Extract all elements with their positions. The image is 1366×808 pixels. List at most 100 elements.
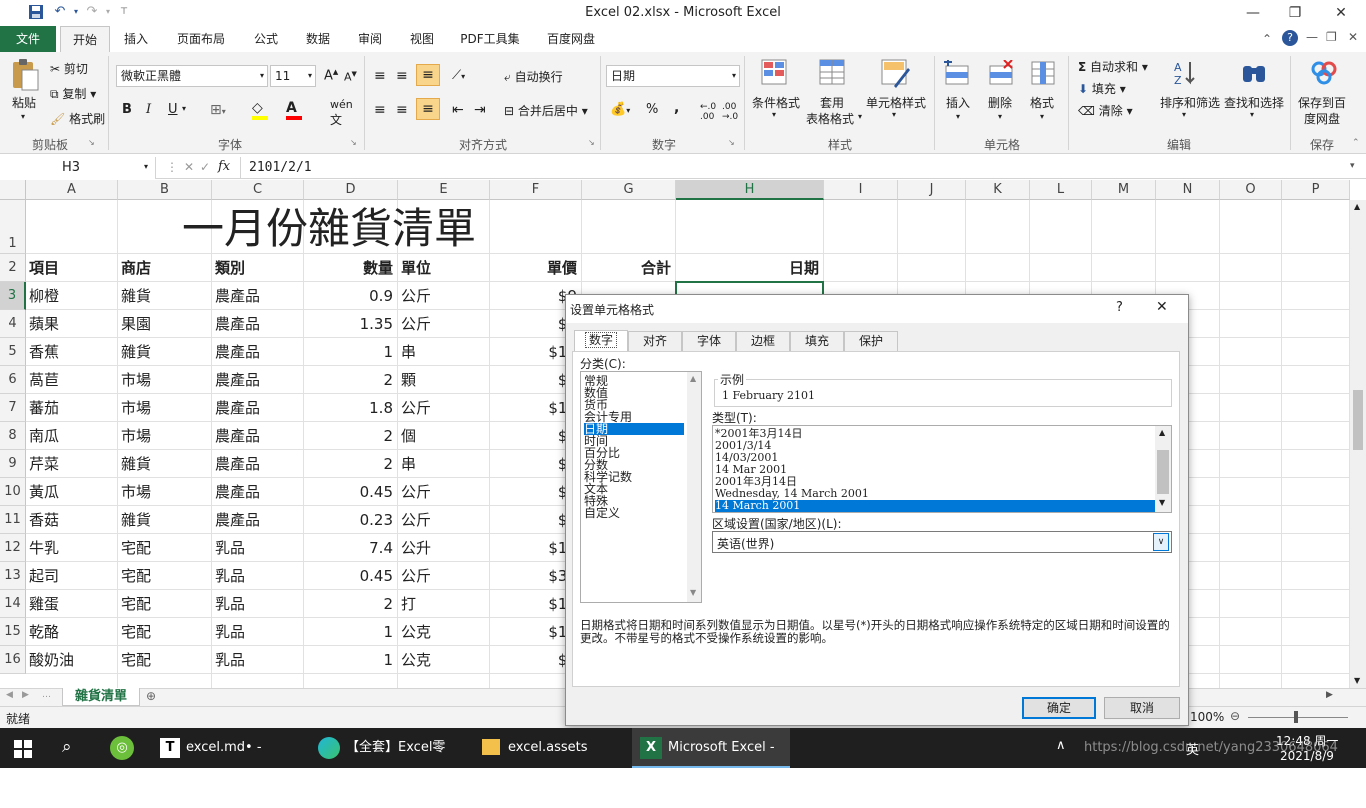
header-cell[interactable]: 項目 [29,254,113,282]
delete-cells-button[interactable]: 删除 [988,94,1012,111]
conditional-format-icon[interactable] [760,58,790,88]
format-dropdown-icon[interactable]: ▾ [1040,112,1044,121]
ribbon-close-icon[interactable]: ✕ [1348,30,1358,44]
tab-formulas[interactable]: 公式 [244,26,288,52]
header-cell[interactable]: 類別 [215,254,299,282]
hscroll-right-icon[interactable]: ▶ [1326,690,1333,700]
app-green-icon[interactable]: ◎ [110,736,134,760]
tab-file[interactable]: 文件 [0,26,56,52]
cell-quantity[interactable]: 7.4 [307,534,393,562]
name-box[interactable]: H3 ▾ [0,157,156,179]
baidu-netdisk-icon[interactable] [1310,60,1338,86]
cell-unit[interactable]: 打 [401,590,487,618]
increase-indent-icon[interactable]: ⇥ [474,102,486,118]
delete-cells-icon[interactable] [988,59,1016,88]
tab-home[interactable]: 开始 [60,26,110,52]
tab-baidu-netdisk[interactable]: 百度网盘 [536,26,606,52]
decrease-indent-icon[interactable]: ⇤ [452,102,464,118]
column-header-D[interactable]: D [304,180,398,200]
column-header-M[interactable]: M [1092,180,1156,200]
align-middle-icon[interactable]: ≡ [396,68,408,84]
accounting-format-icon[interactable]: 💰▾ [610,102,630,117]
taskbar-excel[interactable]: X Microsoft Excel - ... [632,728,790,795]
tab-page-layout[interactable]: 页面布局 [166,26,236,52]
cell-unit[interactable]: 顆 [401,366,487,394]
conditional-format-button[interactable]: 条件格式 [752,94,800,111]
cell-store[interactable]: 雜貨 [121,506,209,534]
align-right-icon[interactable]: ≡ [416,98,440,120]
cell-unit[interactable]: 公升 [401,534,487,562]
cell-quantity[interactable]: 1 [307,338,393,366]
row-header-7[interactable]: 7 [0,394,26,422]
cell-styles-button[interactable]: 单元格样式 [866,94,926,111]
insert-cells-button[interactable]: 插入 [946,94,970,111]
row-header-15[interactable]: 15 [0,618,26,646]
cancel-edit-icon[interactable]: ✕ [184,160,194,174]
delete-dropdown-icon[interactable]: ▾ [998,112,1002,121]
cell-item[interactable]: 酸奶油 [29,646,115,674]
sort-filter-button[interactable]: 排序和筛选 [1160,94,1220,111]
cell-store[interactable]: 市場 [121,394,209,422]
sheet-title[interactable]: 一月份雜貨清單 [182,206,542,252]
wrap-text-button[interactable]: ⤶ 自动换行 [504,68,563,85]
cell-item[interactable]: 柳橙 [29,282,115,310]
header-cell[interactable]: 單價 [493,254,577,282]
cell-styles-dropdown-icon[interactable]: ▾ [892,110,896,119]
column-header-C[interactable]: C [212,180,304,200]
cell-category[interactable]: 農產品 [215,506,301,534]
cell-category[interactable]: 乳品 [215,618,301,646]
cell-store[interactable]: 市場 [121,366,209,394]
comma-button[interactable]: , [674,100,679,116]
column-header-G[interactable]: G [582,180,676,200]
dialog-tab-font[interactable]: 字体 [682,331,736,351]
cell-store[interactable]: 宅配 [121,646,209,674]
locale-dropdown-icon[interactable]: ∨ [1153,533,1169,551]
type-scroll-thumb[interactable] [1157,450,1169,494]
cell-item[interactable]: 萵苣 [29,366,115,394]
cell-item[interactable]: 乾酪 [29,618,115,646]
column-header-O[interactable]: O [1220,180,1282,200]
cell-category[interactable]: 農產品 [215,338,301,366]
fill-color-icon[interactable]: ◇ [252,100,268,120]
header-cell[interactable]: 日期 [679,254,819,282]
taskbar-edge[interactable]: 【全套】Excel零基... [310,728,466,795]
cell-category[interactable]: 農產品 [215,478,301,506]
header-cell[interactable]: 商店 [121,254,207,282]
align-top-icon[interactable]: ≡ [374,68,386,84]
header-cell[interactable]: 數量 [307,254,393,282]
header-cell[interactable]: 單位 [401,254,485,282]
conditional-format-dropdown-icon[interactable]: ▾ [772,110,776,119]
dialog-tab-protection[interactable]: 保护 [844,331,898,351]
paste-dropdown-icon[interactable]: ▾ [21,112,25,121]
percent-button[interactable]: % [646,102,658,117]
ribbon-collapse-icon[interactable]: ⌃ [1352,138,1360,148]
cell-store[interactable]: 雜貨 [121,338,209,366]
cell-unit[interactable]: 公斤 [401,310,487,338]
collapse-ribbon-icon[interactable]: ⌃ [1262,32,1272,46]
cell-unit[interactable]: 公斤 [401,506,487,534]
row-header-12[interactable]: 12 [0,534,26,562]
row-header-4[interactable]: 4 [0,310,26,338]
column-header-B[interactable]: B [118,180,212,200]
dialog-close-icon[interactable]: ✕ [1156,299,1168,315]
cell-unit[interactable]: 公斤 [401,282,487,310]
row-header-1[interactable]: 1 [0,200,26,254]
row-header-2[interactable]: 2 [0,254,26,282]
row-header-16[interactable]: 16 [0,646,26,674]
format-as-table-dropdown-icon[interactable]: ▾ [858,112,862,121]
font-name-combo[interactable]: 微軟正黑體 ▾ [116,65,268,87]
number-launcher-icon[interactable]: ↘ [728,138,735,147]
align-bottom-icon[interactable]: ≡ [416,64,440,86]
dialog-tab-number[interactable]: 数字 [574,330,628,352]
category-list[interactable]: 常规 数值 货币 会计专用 日期 时间 百分比 分数 科学记数 文本 特殊 自定义 ▲ ▼ [580,371,702,603]
row-header-11[interactable]: 11 [0,506,26,534]
row-header-10[interactable]: 10 [0,478,26,506]
cell-store[interactable]: 宅配 [121,590,209,618]
cell-quantity[interactable]: 1.35 [307,310,393,338]
cell-unit[interactable]: 公斤 [401,394,487,422]
restore-icon[interactable]: ❐ [1272,2,1318,24]
column-header-J[interactable]: J [898,180,966,200]
category-scrollbar[interactable]: ▲ ▼ [687,372,701,602]
select-all-corner[interactable] [0,180,26,200]
format-as-table-label-1[interactable]: 套用 [820,94,844,111]
